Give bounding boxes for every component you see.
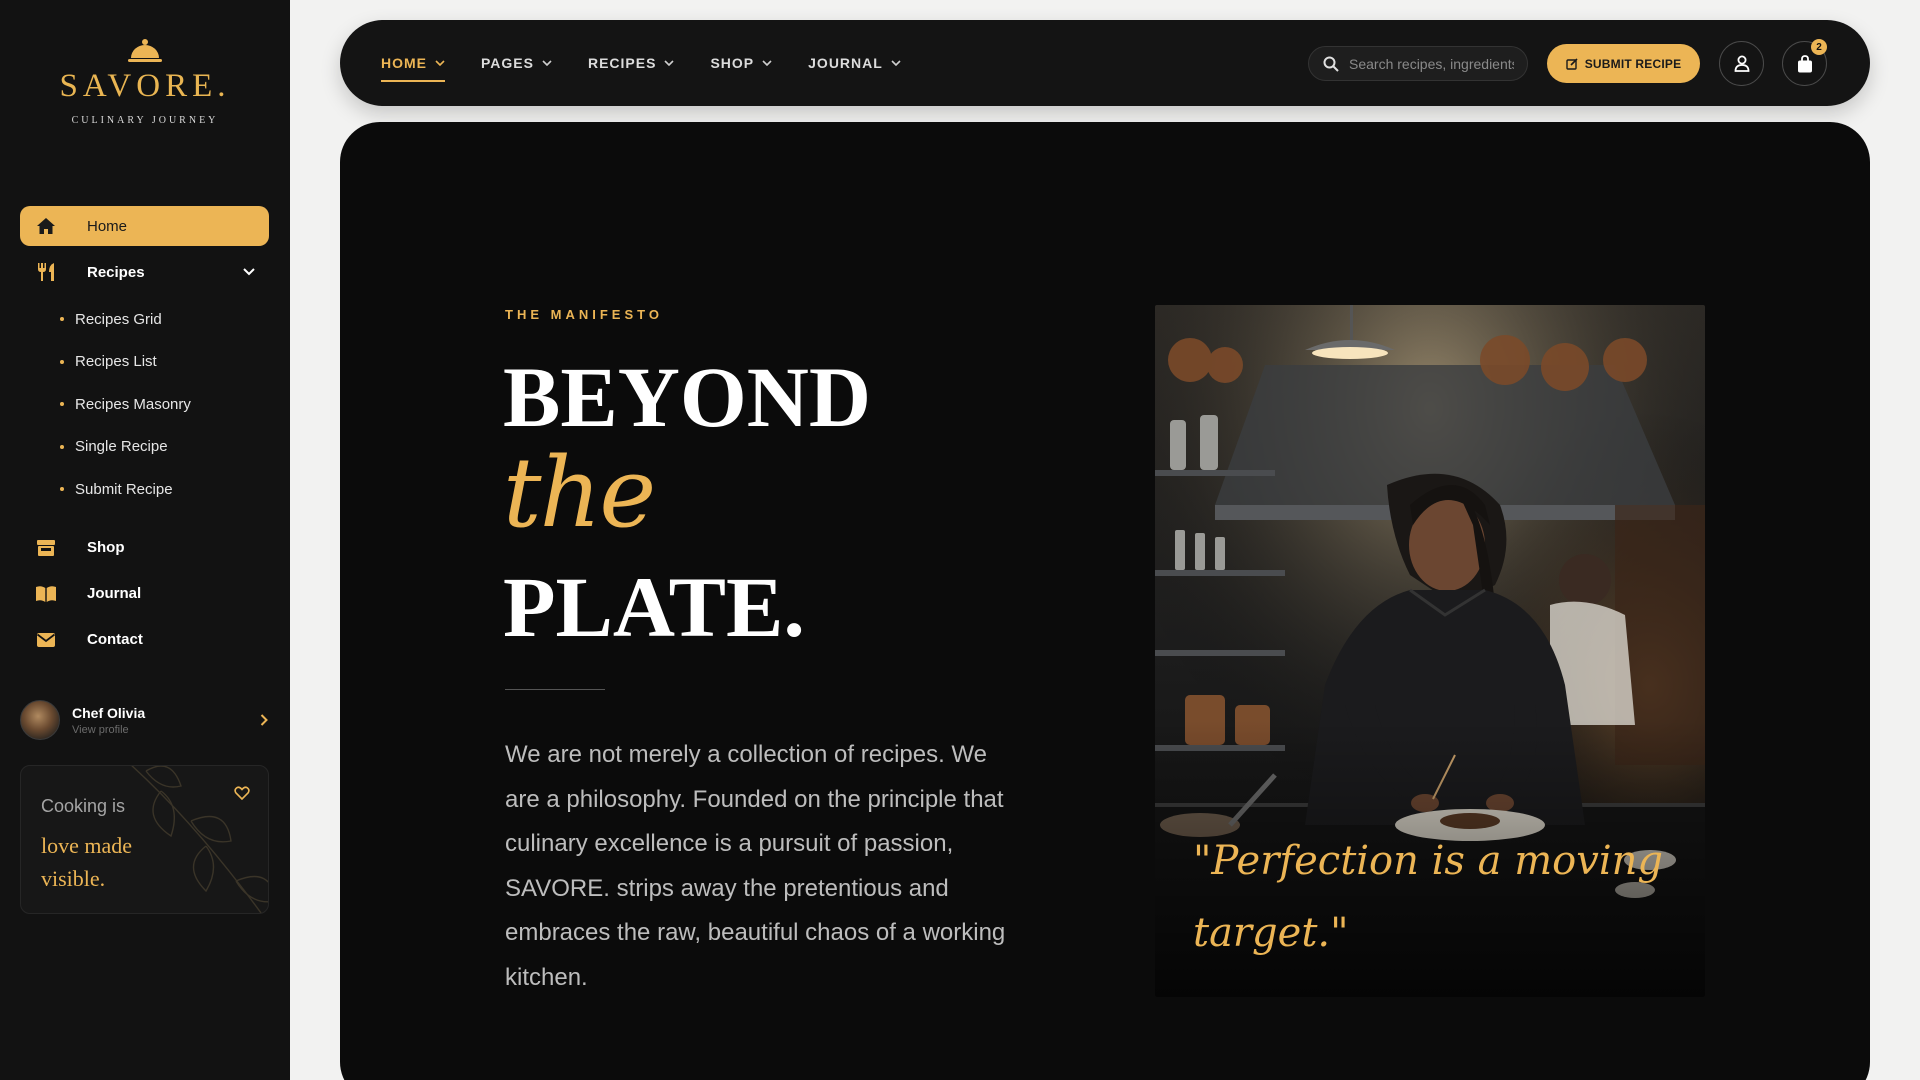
edit-icon <box>1565 57 1578 70</box>
quote-line1: Cooking is <box>41 796 126 816</box>
menu-item-label: JOURNAL <box>808 55 883 71</box>
chevron-down-icon <box>664 60 675 66</box>
hero-eyebrow: THE MANIFESTO <box>505 307 663 322</box>
menu-item-journal[interactable]: JOURNAL <box>808 55 901 71</box>
sidebar: SAVORE. CULINARY JOURNEY Home Recipes Re… <box>0 0 290 1080</box>
profile-name: Chef Olivia <box>72 704 146 721</box>
sidebar-subitem-recipes-list[interactable]: Recipes List <box>60 341 269 384</box>
brand-tagline: CULINARY JOURNEY <box>71 115 219 126</box>
brand-name: SAVORE. <box>59 68 231 104</box>
cloche-icon <box>128 39 162 62</box>
menu-item-label: PAGES <box>481 55 534 71</box>
bullet <box>60 487 64 492</box>
quote-line3: visible. <box>41 866 106 891</box>
store-icon <box>34 536 58 560</box>
subitem-label: Submit Recipe <box>75 480 173 498</box>
account-button[interactable] <box>1719 41 1764 86</box>
book-icon <box>34 582 58 606</box>
envelope-icon <box>34 628 58 652</box>
subitem-label: Recipes Grid <box>75 310 162 328</box>
sidebar-nav: Home Recipes Recipes Grid Recipes List R… <box>20 206 269 660</box>
menu-item-label: RECIPES <box>587 55 657 71</box>
sidebar-item-journal[interactable]: Journal <box>20 574 269 614</box>
menu-item-label: SHOP <box>710 55 755 71</box>
quote-emphasis: love made visible. <box>41 829 132 895</box>
user-icon <box>1734 55 1750 72</box>
bullet <box>60 317 64 322</box>
search-input[interactable] <box>1349 55 1514 72</box>
cart-button[interactable]: 2 <box>1782 39 1827 86</box>
sidebar-item-shop[interactable]: Shop <box>20 528 269 568</box>
sidebar-subitem-recipes-masonry[interactable]: Recipes Masonry <box>60 383 269 426</box>
home-icon <box>34 214 58 238</box>
submit-recipe-button[interactable]: SUBMIT RECIPE <box>1547 44 1700 83</box>
hero-section: THE MANIFESTO BEYOND the PLATE. We are n… <box>340 122 1870 1080</box>
sidebar-item-label: Contact <box>87 631 143 648</box>
menu-item-shop[interactable]: SHOP <box>710 55 772 71</box>
sidebar-item-label: Journal <box>87 585 142 602</box>
bullet <box>60 359 64 364</box>
menu-item-home[interactable]: HOME <box>381 55 445 82</box>
sidebar-item-recipes[interactable]: Recipes <box>20 252 269 292</box>
chevron-down-icon <box>542 60 552 66</box>
menu-item-pages[interactable]: PAGES <box>481 55 552 71</box>
bullet <box>60 402 64 407</box>
hero-title-line2: the <box>503 437 656 549</box>
search-icon <box>1323 56 1339 72</box>
sidebar-item-label: Recipes <box>87 263 145 281</box>
sidebar-subitem-submit-recipe[interactable]: Submit Recipe <box>60 468 269 511</box>
shopping-bag-icon <box>1797 54 1813 73</box>
hero-title-line1: BEYOND <box>503 349 871 445</box>
chevron-down-icon <box>762 60 772 66</box>
avatar <box>20 700 60 740</box>
subitem-label: Recipes List <box>75 353 157 371</box>
bullet <box>60 444 64 449</box>
subitem-label: Single Recipe <box>75 438 168 456</box>
chevron-down-icon <box>891 60 901 66</box>
top-navbar: HOME PAGES RECIPES SHOP JOURNAL SUBMIT <box>340 20 1870 106</box>
sidebar-item-home[interactable]: Home <box>20 206 269 246</box>
heart-icon[interactable] <box>234 786 250 800</box>
sidebar-item-label: Shop <box>87 539 125 556</box>
recipes-submenu: Recipes Grid Recipes List Recipes Masonr… <box>20 298 269 511</box>
menu-item-recipes[interactable]: RECIPES <box>587 55 675 71</box>
main-menu: HOME PAGES RECIPES SHOP JOURNAL <box>381 20 937 106</box>
chevron-right-icon <box>260 714 268 726</box>
sidebar-item-label: Home <box>87 217 128 235</box>
chevron-down-icon[interactable] <box>243 268 255 276</box>
hero-paragraph: We are not merely a collection of recipe… <box>505 741 1006 991</box>
sidebar-item-contact[interactable]: Contact <box>20 620 269 660</box>
hero-title-line3: PLATE. <box>503 559 805 655</box>
photo-quote: "Perfection is a moving target." <box>1193 838 1663 956</box>
sidebar-subitem-recipes-grid[interactable]: Recipes Grid <box>60 298 269 341</box>
user-profile[interactable]: Chef Olivia View profile <box>20 698 270 742</box>
submit-recipe-label: SUBMIT RECIPE <box>1584 56 1682 71</box>
divider <box>505 689 605 690</box>
quote-line2: love made <box>41 833 133 858</box>
sidebar-subitem-single-recipe[interactable]: Single Recipe <box>60 426 269 469</box>
chef-kitchen-photo: "Perfection is a moving target." <box>1155 305 1705 997</box>
profile-text: Chef Olivia View profile <box>60 705 145 736</box>
logo[interactable]: SAVORE. CULINARY JOURNEY <box>0 38 290 126</box>
subitem-label: Recipes Masonry <box>75 395 191 413</box>
menu-item-label: HOME <box>381 55 427 71</box>
cart-count-badge: 2 <box>1811 39 1827 55</box>
profile-subtitle: View profile <box>72 723 129 736</box>
utensils-icon <box>34 260 58 284</box>
search-box[interactable] <box>1308 46 1528 81</box>
quote-card: Cooking is love made visible. <box>20 765 269 914</box>
chevron-down-icon <box>435 60 445 66</box>
